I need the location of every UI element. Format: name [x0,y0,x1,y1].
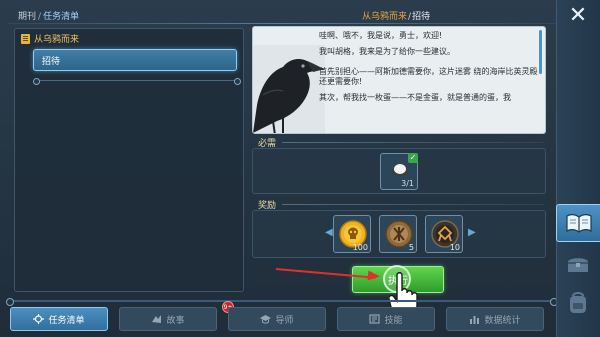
reward-count: 100 [352,243,368,252]
close-icon[interactable]: ✕ [566,5,590,29]
left-ornament-icon: ◀ [325,227,333,238]
breadcrumb-current: 任务清单 [43,12,80,22]
quest-list-item-selected[interactable]: 招待 [33,49,237,71]
tab-label: 技能 [384,315,403,326]
required-divider [282,142,544,143]
reward-count: 10 [449,243,460,252]
quest-page-name: 招待 [412,12,431,22]
quest-list-panel: 从乌鸦而来 招待 [14,28,244,292]
story-icon [152,315,162,323]
egg-icon [391,164,409,176]
tab-label: 任务清单 [48,315,85,326]
dialogue-box[interactable]: 哇啊、哦不，我是说，勇士，欢迎! 我叫胡格，我来是为了给你一些建议。 首先别担心… [252,26,546,134]
sidebar-tab-journal[interactable] [556,204,600,242]
dialogue-text: 哇啊、哦不，我是说，勇士，欢迎! 我叫胡格，我来是为了给你一些建议。 首先别担心… [319,31,539,109]
breadcrumb: 期刊 / 任务清单 [18,9,79,22]
dialogue-line: 其次，帮我找一枚蛋——不是金蛋，就是普通的蛋，我 [319,93,511,102]
tab-label: 导师 [275,315,294,326]
skills-icon [369,314,381,324]
check-icon: ✓ [408,153,418,163]
dialogue-scrollbar[interactable] [539,30,542,74]
tab-label: 数据统计 [484,315,521,326]
quest-title: 从乌鸦而来/招待 [362,9,430,22]
reward-slot[interactable]: 100 [333,215,371,253]
quest-chapter-name: 从乌鸦而来 [362,12,408,22]
list-divider [33,78,241,85]
dialogue-line: 哇啊、哦不，我是说，勇士，欢迎! [319,31,443,40]
required-item-slot[interactable]: ✓ 3/1 [380,153,418,190]
dialogue-line: 我叫胡格，我来是为了给你一些建议。 [319,47,455,56]
chest-icon [568,258,588,272]
quest-list-item-label: 招待 [42,56,61,67]
breadcrumb-root[interactable]: 期刊 [18,12,36,22]
breadcrumb-separator: / [38,12,42,22]
backpack-icon [570,292,586,313]
quest-journal-screen: 期刊 / 任务清单 从乌鸦而来 招待 从乌鸦而来/招待 哇啊、哦不，我是说，勇士，欢… [0,0,600,337]
crow-portrait [253,45,325,133]
rewards-divider [282,204,544,205]
dialogue-line: 首先别担心——阿斯加德需要你，这片迷雾 绕的海岸比英灵殿还更需要你! [319,67,538,86]
book-icon [565,214,592,233]
chapter-header[interactable]: 从乌鸦而来 [21,32,79,45]
bottom-divider [6,298,558,306]
scroll-icon [21,33,30,44]
reward-slot[interactable]: 5 [379,215,417,253]
tab-stats[interactable]: 数据统计 [446,307,544,331]
sidebar-tab-chest[interactable] [556,245,600,283]
tab-skills[interactable]: 技能 [337,307,435,331]
tab-label: 故事 [166,315,185,326]
header-divider [8,23,556,24]
reward-count: 5 [408,243,414,252]
sidebar-tab-backpack[interactable] [556,284,600,322]
tab-quest-list[interactable]: 任务清单 [10,307,108,331]
chapter-title: 从乌鸦而来 [34,35,80,45]
quest-list-icon [33,314,45,324]
tab-mentor[interactable]: 导师 [228,307,326,331]
right-ornament-icon: ▶ [468,227,476,238]
quest-title-separator: / [408,12,412,22]
required-item-count: 3/1 [401,179,414,188]
pointer-arrow-head [367,270,381,282]
stats-icon [470,316,480,324]
tab-story[interactable]: 故事 [119,307,217,331]
mentor-icon [260,315,272,324]
reward-slot[interactable]: 10 [425,215,463,253]
